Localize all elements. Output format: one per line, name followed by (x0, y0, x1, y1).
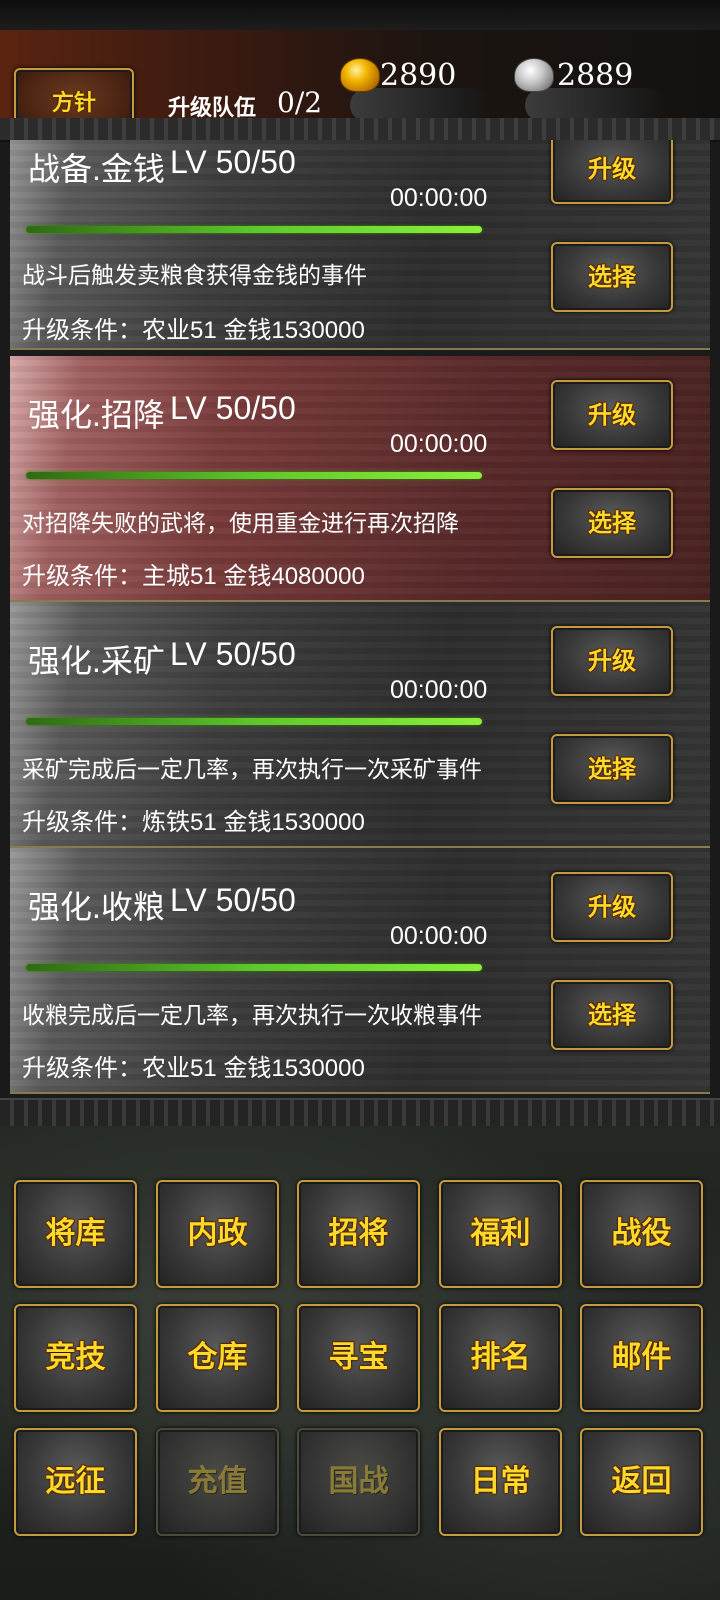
gold-ingot-icon (340, 58, 380, 92)
header-border (0, 118, 720, 142)
policy-description: 对招降失败的武将，使用重金进行再次招降 (22, 510, 459, 536)
policy-requirement: 升级条件：主城51 金钱4080000 (22, 563, 365, 590)
menu-recruit-button[interactable]: 招将 (297, 1180, 420, 1288)
menu-daily-button[interactable]: 日常 (439, 1428, 562, 1536)
divider-strip (0, 1098, 720, 1128)
policy-description: 战斗后触发卖粮食获得金钱的事件 (22, 262, 367, 288)
menu-welfare-button[interactable]: 福利 (439, 1180, 562, 1288)
silver-value: 2889 (557, 58, 634, 93)
menu-back-button[interactable]: 返回 (580, 1428, 703, 1536)
policy-title: 战备.金钱 (28, 151, 165, 187)
policy-progress-bar (26, 226, 482, 233)
upgrade-queue-value: 0/2 (277, 86, 323, 119)
upgrade-button[interactable]: 升级 (551, 380, 673, 450)
top-strip (0, 0, 720, 32)
menu-storage-button[interactable]: 仓库 (156, 1304, 279, 1412)
upgrade-button[interactable]: 升级 (551, 140, 673, 204)
policy-level: LV 50/50 (170, 144, 296, 180)
upgrade-button[interactable]: 升级 (551, 872, 673, 942)
gold-value: 2890 (380, 58, 457, 93)
policy-progress-bar (26, 964, 482, 971)
silver-currency-bar (525, 88, 665, 122)
policy-requirement: 升级条件：农业51 金钱1530000 (22, 1055, 365, 1082)
policy-timer: 00:00:00 (390, 922, 488, 950)
menu-internal-affairs-button[interactable]: 内政 (156, 1180, 279, 1288)
policy-level: LV 50/50 (170, 882, 296, 918)
silver-ingot-icon (514, 58, 554, 92)
upgrade-button[interactable]: 升级 (551, 626, 673, 696)
menu-national-war-button[interactable]: 国战 (297, 1428, 420, 1536)
policy-card-selected: 强化.招降 LV 50/50 00:00:00 对招降失败的武将，使用重金进行再… (10, 356, 710, 602)
policy-progress-bar (26, 472, 482, 479)
policy-title: 强化.收粮 (28, 889, 165, 925)
menu-campaign-button[interactable]: 战役 (580, 1180, 703, 1288)
menu-treasure-button[interactable]: 寻宝 (297, 1304, 420, 1412)
gold-currency-bar (350, 88, 490, 122)
header-bar: 方针 升级队伍 0/2 2890 2889 (0, 30, 720, 140)
policy-description: 收粮完成后一定几率，再次执行一次收粮事件 (22, 1002, 482, 1028)
policy-level: LV 50/50 (170, 636, 296, 672)
policy-timer: 00:00:00 (390, 184, 488, 212)
menu-recharge-button[interactable]: 充值 (156, 1428, 279, 1536)
policy-title: 强化.采矿 (28, 643, 165, 679)
select-button[interactable]: 选择 (551, 242, 673, 312)
select-button[interactable]: 选择 (551, 734, 673, 804)
menu-expedition-button[interactable]: 远征 (14, 1428, 137, 1536)
policy-card: 强化.收粮 LV 50/50 00:00:00 收粮完成后一定几率，再次执行一次… (10, 848, 710, 1094)
menu-general-warehouse-button[interactable]: 将库 (14, 1180, 137, 1288)
policy-progress-bar (26, 718, 482, 725)
policy-card: 战备.金钱 LV 50/50 00:00:00 战斗后触发卖粮食获得金钱的事件 … (10, 140, 710, 350)
policy-timer: 00:00:00 (390, 430, 488, 458)
policy-description: 采矿完成后一定几率，再次执行一次采矿事件 (22, 756, 482, 782)
policy-list[interactable]: 战备.金钱 LV 50/50 00:00:00 战斗后触发卖粮食获得金钱的事件 … (10, 140, 710, 1098)
menu-mail-button[interactable]: 邮件 (580, 1304, 703, 1412)
policy-level: LV 50/50 (170, 390, 296, 426)
policy-title: 强化.招降 (28, 397, 165, 433)
policy-timer: 00:00:00 (390, 676, 488, 704)
menu-arena-button[interactable]: 竞技 (14, 1304, 137, 1412)
select-button[interactable]: 选择 (551, 488, 673, 558)
policy-requirement: 升级条件：农业51 金钱1530000 (22, 317, 365, 344)
select-button[interactable]: 选择 (551, 980, 673, 1050)
main-menu-panel: 将库 内政 招将 福利 战役 竞技 仓库 寻宝 排名 邮件 远征 充值 国战 日… (0, 1126, 720, 1600)
menu-ranking-button[interactable]: 排名 (439, 1304, 562, 1412)
policy-requirement: 升级条件：炼铁51 金钱1530000 (22, 809, 365, 836)
policy-card: 强化.采矿 LV 50/50 00:00:00 采矿完成后一定几率，再次执行一次… (10, 602, 710, 848)
